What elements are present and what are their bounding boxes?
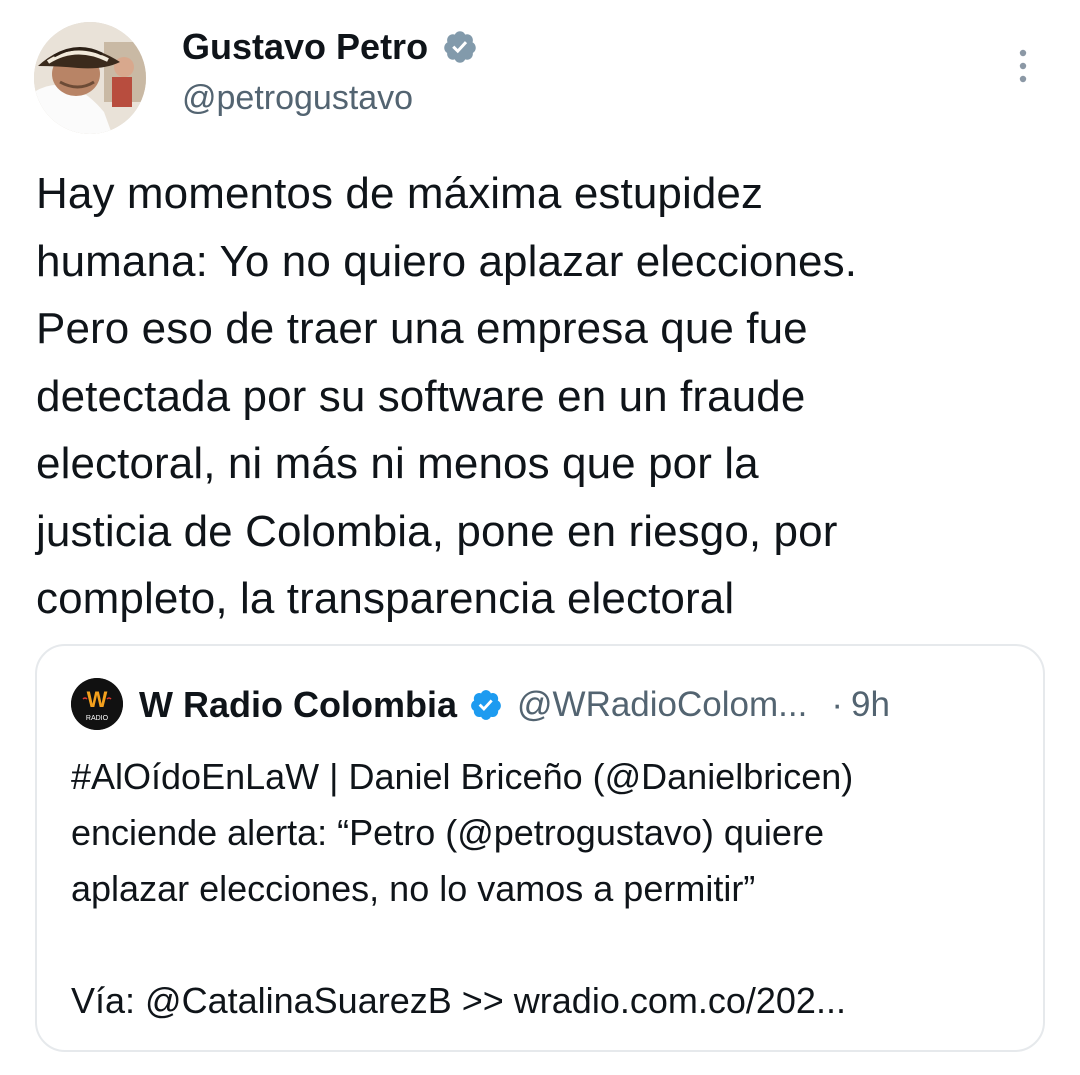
more-vertical-icon — [1019, 49, 1027, 83]
tweet: Gustavo Petro @petrogustavo Hay momentos… — [0, 0, 1080, 1075]
author-avatar-image — [34, 22, 146, 134]
quoted-author-name[interactable]: W Radio Colombia — [139, 684, 457, 726]
verified-badge-icon — [471, 690, 501, 720]
w-radio-logo-icon: W RADIO — [71, 678, 123, 730]
quoted-tweet-header: W Radio Colombia @WRadioColom... · 9h — [139, 680, 890, 730]
quoted-tweet-text: #AlOídoEnLaW | Daniel Briceño (@Danielbr… — [71, 756, 854, 1021]
separator-dot: · — [831, 685, 843, 724]
quoted-author-handle[interactable]: @WRadioColom... — [517, 685, 807, 725]
tweet-text: Hay momentos de máxima estupidez humana:… — [36, 169, 858, 623]
author-name[interactable]: Gustavo Petro — [182, 24, 478, 70]
author-handle[interactable]: @petrogustavo — [182, 76, 413, 120]
author-name-text: Gustavo Petro — [182, 26, 429, 67]
svg-text:W: W — [87, 687, 108, 712]
more-options-button[interactable] — [1008, 40, 1038, 90]
verified-badge-icon — [444, 31, 476, 63]
svg-text:RADIO: RADIO — [86, 715, 109, 722]
author-avatar[interactable] — [34, 22, 146, 134]
quoted-tweet-card[interactable]: W RADIO W Radio Colombia @WRadioColom...… — [35, 644, 1045, 1052]
quoted-author-avatar[interactable]: W RADIO — [71, 678, 123, 730]
quoted-tweet-time[interactable]: 9h — [851, 685, 890, 725]
